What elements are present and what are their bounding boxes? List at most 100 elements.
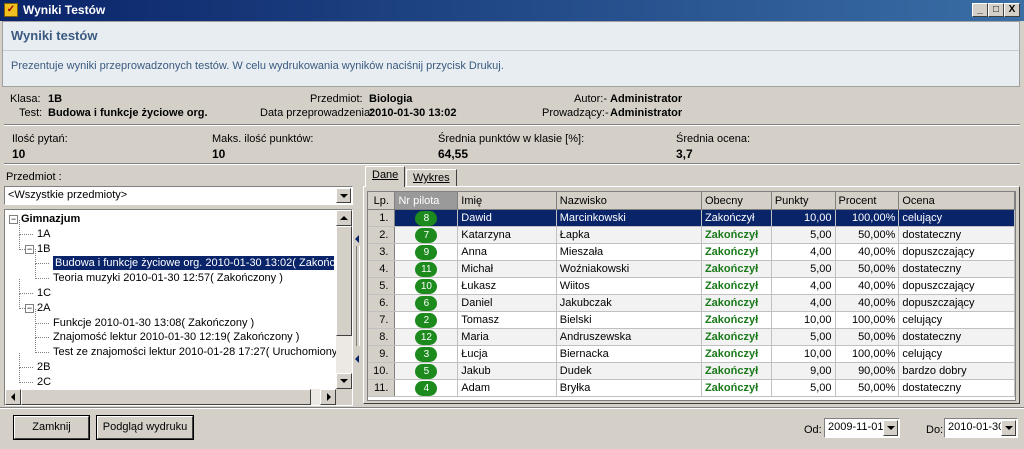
table-cell-lp: 9. <box>368 345 396 363</box>
tab-dane[interactable]: Dane <box>365 166 406 187</box>
tree-group-item[interactable]: 2C <box>37 375 51 389</box>
horizontal-scroll-thumb[interactable] <box>21 389 311 405</box>
tree-group-item[interactable]: 2B <box>37 360 50 374</box>
column-header[interactable]: Nr pilota <box>394 192 459 210</box>
table-cell-punkty: 10,00 <box>771 209 836 227</box>
table-cell-ocena: dostateczny <box>898 328 1015 346</box>
column-header[interactable]: Ocena <box>898 192 1015 210</box>
column-header[interactable]: Obecny <box>701 192 772 210</box>
title-bar[interactable]: ✓ Wyniki Testów _ □ X <box>0 0 1024 21</box>
table-row[interactable]: 3. 9 Anna Mieszała Zakończył 4,00 40,00% dopusz… <box>368 243 1015 261</box>
table-cell-procent: 100,00% <box>835 311 900 329</box>
tree-connector <box>35 249 36 265</box>
table-row[interactable]: 6. 6 Daniel Jakubczak Zakończył 4,00 40,00% dop… <box>368 294 1015 312</box>
tree-group-item[interactable]: 2A <box>37 301 50 315</box>
minimize-button[interactable]: _ <box>972 3 988 17</box>
class-test-tree[interactable]: − Gimnazjum 1A −1B Budowa i funkcje życiowe … <box>4 209 353 406</box>
collapse-left-icon <box>355 235 359 243</box>
status-badge: Zakończył <box>704 348 759 360</box>
subject-info-label: Przedmiot: <box>310 93 363 105</box>
tree-connector <box>19 234 20 250</box>
date-to-picker[interactable]: 2010-01-30 <box>944 418 1018 438</box>
table-row[interactable]: 4. 11 Michał Woźniakowski Zakończył 5,00 50,00… <box>368 260 1015 278</box>
status-badge: Zakończył <box>704 246 759 258</box>
table-row[interactable]: 10. 5 Jakub Dudek Zakończył 9,00 90,00% bardzo … <box>368 362 1015 380</box>
tree-collapse-icon[interactable]: − <box>9 215 18 224</box>
maximize-button[interactable]: □ <box>988 3 1004 17</box>
chevron-down-icon[interactable] <box>883 420 898 436</box>
print-preview-button[interactable]: Podgląd wydruku <box>96 415 194 440</box>
date-from-picker[interactable]: 2009-11-01 <box>824 418 900 438</box>
tree-test-item[interactable]: Test ze znajomości lektur 2010-01-28 17:… <box>53 345 344 359</box>
close-button[interactable]: Zamknij <box>13 415 90 440</box>
tree-horizontal-scrollbar[interactable] <box>5 389 336 405</box>
tree-group-item[interactable]: 1A <box>37 227 50 241</box>
tree-test-item[interactable]: Budowa i funkcje życiowe org. 2010-01-30… <box>52 255 335 272</box>
table-row[interactable]: 11. 4 Adam Bryłka Zakończył 5,00 50,00% dostate… <box>368 379 1015 397</box>
table-cell-obecny: Zakończył <box>701 277 772 295</box>
subject-filter-select[interactable]: <Wszystkie przedmioty> <box>4 186 353 205</box>
status-badge: Zakończył <box>704 331 759 343</box>
tree-group-item[interactable]: 1C <box>37 286 51 300</box>
table-row[interactable]: 2. 7 Katarzyna Łapka Zakończył 5,00 50,00% dost… <box>368 226 1015 244</box>
table-cell-obecny: Zakończył <box>701 260 772 278</box>
table-cell-imie: Jakub <box>457 362 557 380</box>
table-cell-pilot: 7 <box>394 226 459 244</box>
tree-test-item[interactable]: Teoria muzyki 2010-01-30 12:57( Zakończo… <box>53 271 283 285</box>
remote-number-badge: 4 <box>415 380 438 396</box>
table-cell-pilot: 4 <box>394 379 459 397</box>
tree-connector <box>35 264 36 280</box>
chevron-down-icon[interactable] <box>336 188 351 203</box>
column-header[interactable]: Imię <box>457 192 557 210</box>
print-preview-label: Podgląd wydruku <box>102 421 188 433</box>
table-row[interactable]: 8. 12 Maria Andruszewska Zakończył 5,00 50,00%… <box>368 328 1015 346</box>
scroll-down-button[interactable] <box>336 373 352 389</box>
scroll-left-button[interactable] <box>5 389 21 405</box>
scroll-up-button[interactable] <box>336 210 352 226</box>
remote-number-badge: 11 <box>415 261 438 277</box>
tree-connector <box>19 233 33 235</box>
class-value: 1B <box>48 93 63 105</box>
close-window-button[interactable]: X <box>1004 3 1020 17</box>
table-row[interactable]: 9. 3 Łucja Biernacka Zakończył 10,00 100,00% ce… <box>368 345 1015 363</box>
chevron-down-icon[interactable] <box>1001 420 1016 436</box>
table-cell-lp: 4. <box>368 260 396 278</box>
table-cell-procent: 90,00% <box>835 362 900 380</box>
table-cell-obecny: Zakończył <box>701 311 772 329</box>
tree-test-item[interactable]: Znajomość lektur 2010-01-30 12:19( Zakoń… <box>53 330 299 344</box>
table-cell-lp: 6. <box>368 294 396 312</box>
table-row[interactable]: 1. 8 Dawid Marcinkowski Zakończył 10,00 100,00… <box>368 209 1015 227</box>
tab-wykres[interactable]: Wykres <box>406 169 457 187</box>
table-cell-nazwisko: Woźniakowski <box>556 260 702 278</box>
panel-splitter[interactable] <box>355 230 361 370</box>
tree-connector <box>19 219 20 235</box>
scroll-right-button[interactable] <box>320 389 336 405</box>
tree-collapse-icon[interactable]: − <box>25 244 34 254</box>
tree-group-item[interactable]: Gimnazjum <box>21 212 80 226</box>
table-row[interactable]: 7. 2 Tomasz Bielski Zakończył 10,00 100,00% cel… <box>368 311 1015 329</box>
tree-connector <box>19 279 20 294</box>
tree-connector <box>35 323 36 339</box>
table-cell-procent: 50,00% <box>835 226 900 244</box>
column-header[interactable]: Punkty <box>771 192 836 210</box>
tree-test-item[interactable]: Funkcje 2010-01-30 13:08( Zakończony ) <box>53 316 254 330</box>
table-cell-imie: Dawid <box>457 209 557 227</box>
table-cell-pilot: 11 <box>394 260 459 278</box>
table-cell-imie: Michał <box>457 260 557 278</box>
scroll-thumb[interactable] <box>336 226 352 336</box>
column-header[interactable]: Lp. <box>368 192 396 210</box>
collapse-left-icon-2 <box>355 355 359 363</box>
tree-group-item[interactable]: 1B <box>37 242 50 256</box>
remote-number-badge: 10 <box>415 278 438 294</box>
tree-vertical-scrollbar[interactable] <box>336 210 352 389</box>
column-header[interactable]: Procent <box>835 192 900 210</box>
table-row[interactable]: 5. 10 Łukasz Wiitos Zakończył 4,00 40,00% dopus… <box>368 277 1015 295</box>
results-grid[interactable]: Lp. Nr pilota Imię Nazwisko Obecny Punkty Proc… <box>367 191 1016 401</box>
table-cell-pilot: 12 <box>394 328 459 346</box>
table-cell-nazwisko: Łapka <box>556 226 702 244</box>
tree-collapse-icon[interactable]: − <box>25 303 34 313</box>
column-header[interactable]: Nazwisko <box>556 192 702 210</box>
table-cell-lp: 7. <box>368 311 396 329</box>
tree-connector <box>35 352 49 354</box>
questions-value: 10 <box>12 147 26 161</box>
